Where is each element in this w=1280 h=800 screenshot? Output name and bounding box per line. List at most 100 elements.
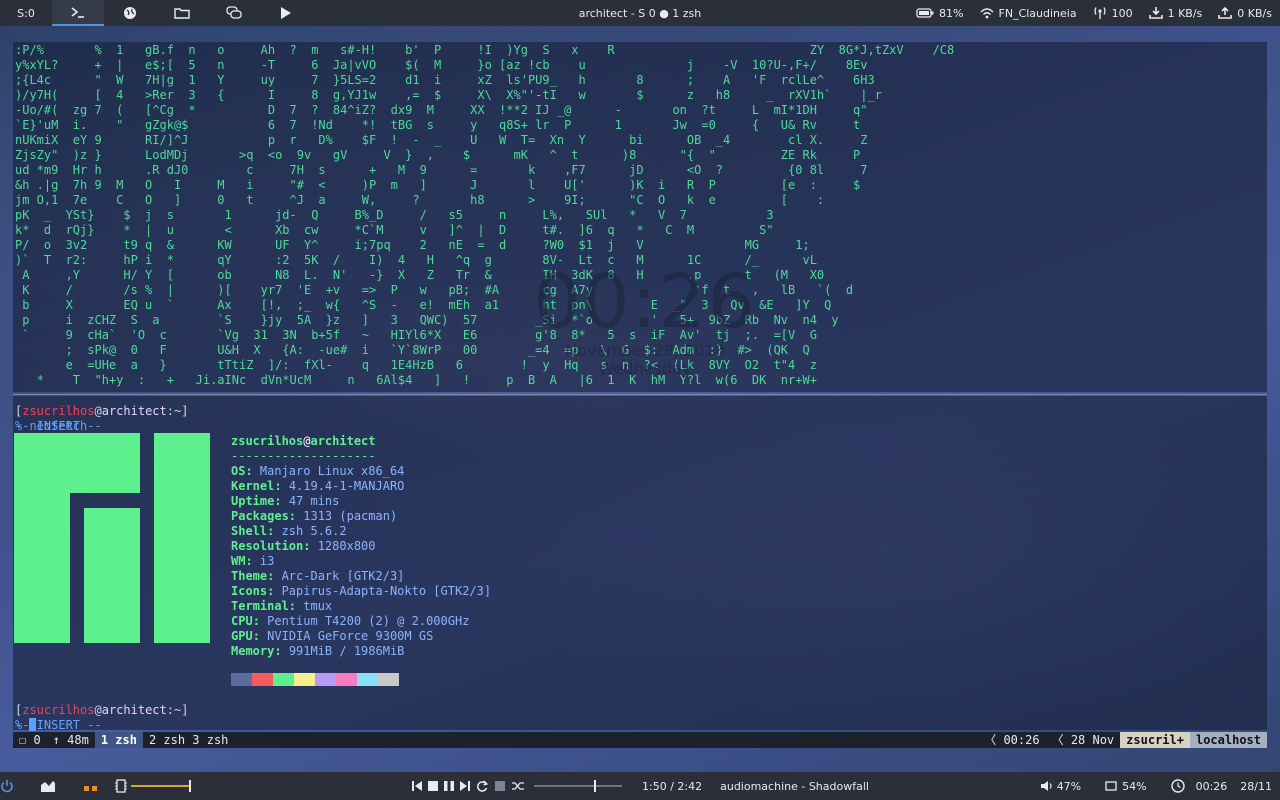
neofetch-value: Manjaro Linux x86_64 bbox=[259, 464, 405, 478]
upload-rate: 0 KB/s bbox=[1218, 6, 1272, 20]
cpu-load-indicator bbox=[84, 782, 97, 791]
neofetch-title: zsucrilhos@architect bbox=[231, 434, 376, 448]
pause-icon[interactable] bbox=[444, 780, 454, 792]
battery-status[interactable]: 81% bbox=[916, 7, 964, 20]
neofetch-key: Kernel bbox=[231, 479, 275, 493]
neofetch-key: Packages bbox=[231, 509, 289, 523]
stop-icon[interactable] bbox=[428, 780, 438, 792]
manjaro-logo bbox=[14, 433, 211, 643]
bottom-bar: 1:50 / 2:42 audiomachine - Shadowfall 47… bbox=[0, 772, 1280, 800]
signal-status[interactable]: 100 bbox=[1093, 6, 1133, 20]
files-launcher[interactable] bbox=[156, 0, 208, 26]
previous-icon[interactable] bbox=[412, 780, 422, 792]
tmux-window-list[interactable]: 2 zsh 3 zsh bbox=[143, 732, 234, 748]
battery-icon bbox=[916, 8, 934, 18]
neofetch-key: OS bbox=[231, 464, 246, 478]
neofetch-key: WM bbox=[231, 554, 246, 568]
matrix-row: `E}'uM i. " gZgk@$ 6 7 !Nd *! tBG s y q8… bbox=[15, 118, 861, 132]
workspace-indicator[interactable]: S:0 bbox=[0, 0, 52, 26]
single-repeat-icon[interactable] bbox=[494, 780, 506, 792]
neofetch-key: Memory bbox=[231, 644, 275, 658]
tmux-date: 〈 28 Nov bbox=[1051, 733, 1115, 747]
matrix-row: &h .|g 7h 9 M O I M i "# < )P m ] J l U[… bbox=[15, 178, 861, 192]
track-title: audiomachine - Shadowfall bbox=[720, 779, 869, 793]
neofetch-row: CPU: Pentium T4200 (2) @ 2.000GHz bbox=[231, 614, 470, 628]
matrix-row: P/ o 3v2 t9 q & KW UF Y^ i;7pq 2 nE = d … bbox=[15, 238, 810, 252]
shell-pane[interactable]: [zsucrilhos@architect:~] % neofetch -- I… bbox=[13, 396, 1267, 732]
neofetch-row: Uptime: 47 mins bbox=[231, 494, 340, 508]
volume-control[interactable]: 47% bbox=[1040, 780, 1081, 793]
repeat-icon[interactable] bbox=[476, 780, 488, 792]
neofetch-row: Packages: 1313 (pacman) bbox=[231, 509, 398, 523]
power-button[interactable] bbox=[0, 779, 40, 793]
media-progress-knob[interactable] bbox=[593, 780, 596, 792]
brightness-control[interactable]: 54% bbox=[1105, 780, 1147, 793]
matrix-row: pK _ YSt} $ j s 1 jd- Q B%_D / s5 n L%, … bbox=[15, 208, 774, 222]
tmux-time: 〈 00:26 bbox=[984, 733, 1040, 747]
neofetch-value: i3 bbox=[259, 554, 275, 568]
memory-icon bbox=[115, 779, 127, 793]
matrix-row: y%xYL? + | e$;[ 5 n -T 6 Ja|vVO $( M }o … bbox=[15, 58, 868, 72]
neofetch-row: Resolution: 1280x800 bbox=[231, 539, 376, 553]
browser-launcher[interactable] bbox=[104, 0, 156, 26]
clock-icon bbox=[1170, 779, 1185, 793]
tmux-uptime: ↑ 48m bbox=[52, 733, 89, 747]
wifi-icon bbox=[980, 8, 993, 19]
system-monitor-button[interactable] bbox=[40, 779, 84, 793]
neofetch-key: Resolution bbox=[231, 539, 304, 553]
media-time: 1:50 / 2:42 bbox=[642, 779, 703, 793]
color-swatch bbox=[357, 673, 378, 686]
clock-day: Wednesday bbox=[598, 359, 692, 378]
neofetch-separator: -------------------- bbox=[231, 449, 376, 463]
tmux-host: localhost bbox=[1189, 732, 1267, 748]
prompt-line: [zsucrilhos@architect:~] bbox=[15, 404, 189, 418]
matrix-row: k* d rQj} * | u < Xb cw *C`M v ]^ | D t#… bbox=[15, 223, 774, 237]
neofetch-value: 991MiB / 1986MiB bbox=[288, 644, 405, 658]
top-bar: S:0 architect - S 0 ● 1 zsh 81% FN_Claud… bbox=[0, 0, 1280, 26]
chat-launcher[interactable] bbox=[208, 0, 260, 26]
insert-mode-indicator: -- INSERT -- bbox=[15, 419, 102, 433]
clock-widget[interactable]: 00:26 28/11 bbox=[1170, 779, 1272, 793]
color-swatch bbox=[231, 673, 252, 686]
neofetch-value: zsh 5.6.2 bbox=[281, 524, 347, 538]
tmux-window-active[interactable]: 1 zsh bbox=[94, 732, 143, 748]
neofetch-row: GPU: NVIDIA GeForce 9300M GS bbox=[231, 629, 434, 643]
neofetch-row: Icons: Papirus-Adapta-Nokto [GTK2/3] bbox=[231, 584, 492, 598]
power-icon bbox=[1, 780, 13, 793]
neofetch-row: Kernel: 4.19.4-1-MANJARO bbox=[231, 479, 405, 493]
shuffle-icon[interactable] bbox=[512, 780, 524, 792]
memory-bar bbox=[131, 780, 191, 792]
media-progress-bar[interactable] bbox=[534, 780, 622, 792]
neofetch-value: 47 mins bbox=[288, 494, 340, 508]
color-swatch bbox=[336, 673, 357, 686]
media-launcher[interactable] bbox=[260, 0, 312, 26]
neofetch-value: Pentium T4200 (2) @ 2.000GHz bbox=[267, 614, 470, 628]
media-progress-fill bbox=[534, 785, 594, 787]
color-swatch bbox=[294, 673, 315, 686]
neofetch-value: Arc-Dark [GTK2/3] bbox=[281, 569, 405, 583]
tmux-session[interactable]: ☐ 0 bbox=[13, 732, 47, 748]
neofetch-row: Memory: 991MiB / 1986MiB bbox=[231, 644, 405, 658]
speaker-icon bbox=[1040, 781, 1052, 791]
pane-divider[interactable] bbox=[13, 394, 1267, 395]
next-icon[interactable] bbox=[460, 780, 470, 792]
matrix-row: ZjsZy" )z } LodMDj >q <o 9v gV V } , $ m… bbox=[15, 148, 861, 162]
neofetch-value: 1313 (pacman) bbox=[303, 509, 398, 523]
terminal-launcher[interactable] bbox=[52, 0, 104, 26]
play-icon bbox=[281, 7, 291, 19]
neofetch-row: Theme: Arc-Dark [GTK2/3] bbox=[231, 569, 405, 583]
neofetch-value: tmux bbox=[303, 599, 333, 613]
memory-indicator[interactable] bbox=[115, 779, 191, 793]
neofetch-key: Terminal bbox=[231, 599, 289, 613]
matrix-row: nUKmiX eY 9 RI/]^J p r D% $F ! - _ U W T… bbox=[15, 133, 868, 147]
neofetch-value: 1280x800 bbox=[317, 539, 376, 553]
wifi-status[interactable]: FN_Claudineia bbox=[980, 7, 1077, 20]
download-icon bbox=[1148, 7, 1163, 19]
tmux-status-bar: ☐ 0 ↑ 48m 1 zsh 2 zsh 3 zsh 〈 00:26 〈 28… bbox=[13, 732, 1267, 748]
prompt-line: [zsucrilhos@architect:~] bbox=[15, 703, 189, 717]
media-controls: 1:50 / 2:42 audiomachine - Shadowfall bbox=[412, 772, 869, 800]
neofetch-value: Papirus-Adapta-Nokto [GTK2/3] bbox=[281, 584, 492, 598]
neofetch-key: Icons bbox=[231, 584, 268, 598]
neofetch-value: 4.19.4-1-MANJARO bbox=[288, 479, 405, 493]
matrix-row: :P/% % 1 gB.f n o Ah ? m s#-H! b' P !I )… bbox=[15, 43, 955, 57]
